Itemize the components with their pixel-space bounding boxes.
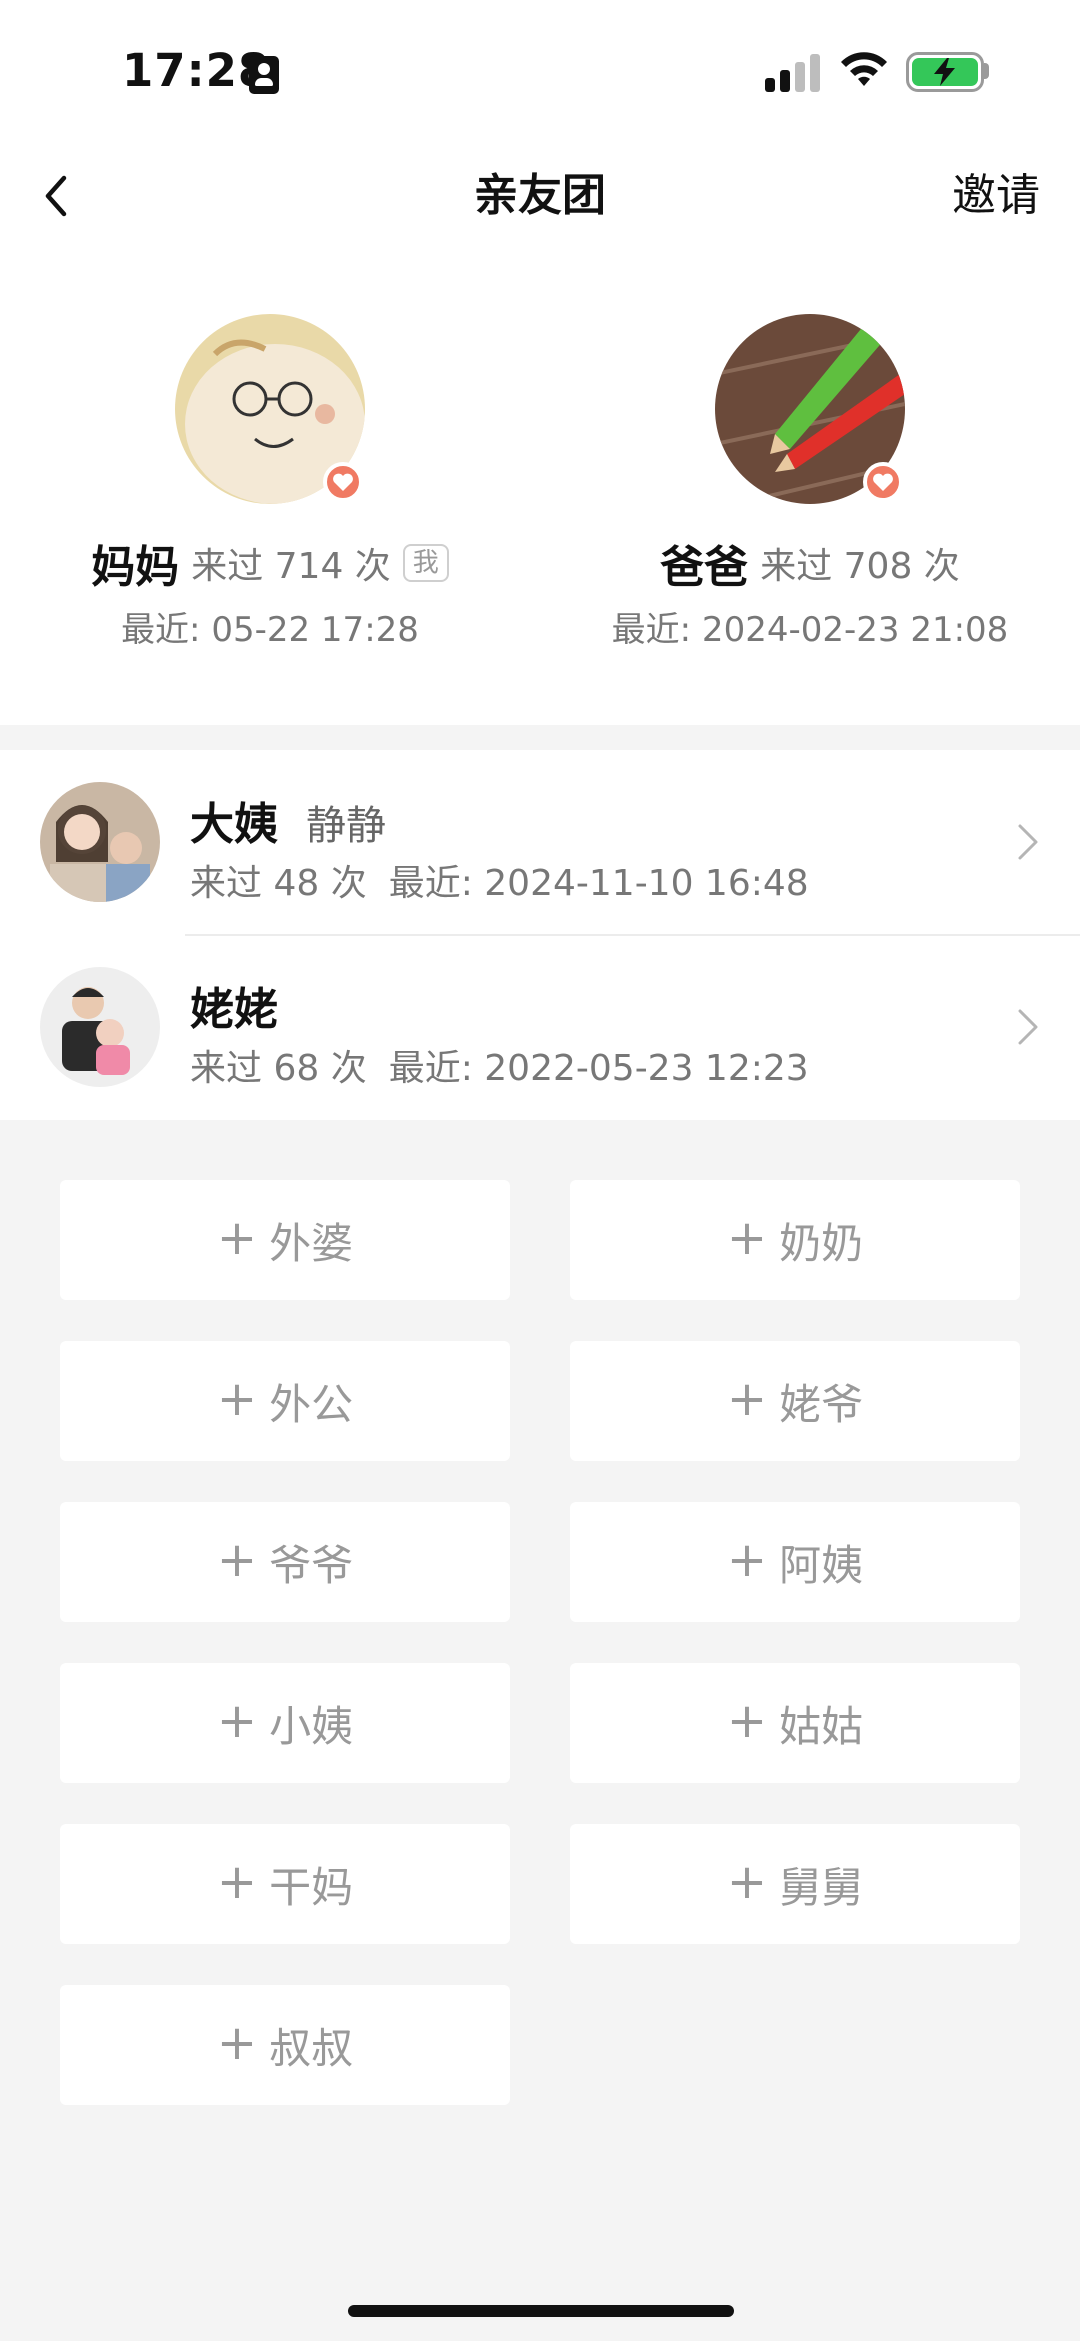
recent-visit: 最近: 05-22 17:28 [121, 610, 419, 650]
heart-icon [323, 462, 363, 502]
heart-icon [863, 462, 903, 502]
recent-visit: 最近: 2022-05-23 12:23 [388, 1048, 809, 1089]
add-relative-button[interactable]: + 舅舅 [570, 1824, 1020, 1944]
list-item[interactable]: 姥姥 来过 68 次 最近: 2022-05-23 12:23 [0, 935, 1080, 1120]
add-relative-button[interactable]: + 爷爷 [60, 1502, 510, 1622]
add-relative-button[interactable]: + 外公 [60, 1341, 510, 1461]
avatar[interactable] [175, 314, 365, 504]
add-relative-label: 阿姨 [779, 1540, 864, 1590]
add-relative-label: 外婆 [269, 1218, 354, 1268]
relative-nickname: 静静 [306, 803, 386, 849]
avatar [40, 782, 160, 902]
add-relative-button[interactable]: + 叔叔 [60, 1985, 510, 2105]
list-item[interactable]: 大姨 静静 来过 48 次 最近: 2024-11-10 16:48 [0, 750, 1080, 936]
nav-bar: 亲友团 邀请 [0, 140, 1080, 280]
wifi-icon [841, 52, 887, 86]
add-relative-label: 干妈 [269, 1862, 354, 1912]
chevron-right-icon [1018, 1009, 1038, 1045]
plus-icon: + [216, 1210, 258, 1266]
add-relative-label: 叔叔 [269, 2023, 354, 2073]
recent-visit: 最近: 2024-11-10 16:48 [388, 863, 809, 904]
plus-icon: + [216, 1693, 258, 1749]
add-relative-button[interactable]: + 外婆 [60, 1180, 510, 1300]
chevron-right-icon [1018, 824, 1038, 860]
plus-icon: + [726, 1693, 768, 1749]
add-relative-label: 舅舅 [779, 1862, 864, 1912]
plus-icon: + [726, 1210, 768, 1266]
add-relative-button[interactable]: + 奶奶 [570, 1180, 1020, 1300]
add-relative-button[interactable]: + 干妈 [60, 1824, 510, 1944]
add-relative-label: 外公 [269, 1379, 354, 1429]
add-relative-button[interactable]: + 阿姨 [570, 1502, 1020, 1622]
plus-icon: + [726, 1532, 768, 1588]
relative-name: 大姨 [190, 799, 278, 850]
home-indicator [348, 2305, 734, 2317]
add-relative-button[interactable]: + 姥爷 [570, 1341, 1020, 1461]
plus-icon: + [216, 1532, 258, 1588]
relatives-list: 大姨 静静 来过 48 次 最近: 2024-11-10 16:48 姥姥 来过… [0, 750, 1080, 1120]
plus-icon: + [726, 1854, 768, 1910]
parent-name: 爸爸 [660, 542, 749, 593]
recent-visit: 最近: 2024-02-23 21:08 [611, 610, 1009, 650]
avatar[interactable] [715, 314, 905, 504]
visit-count: 来过 714 次 [191, 546, 391, 587]
visit-count: 来过 68 次 [190, 1048, 367, 1089]
status-time: 17:28 [122, 44, 271, 97]
add-relative-label: 姥爷 [779, 1379, 864, 1429]
plus-icon: + [216, 1371, 258, 1427]
visit-count: 来过 708 次 [760, 546, 960, 587]
add-relative-button[interactable]: + 姑姑 [570, 1663, 1020, 1783]
me-badge: 我 [402, 544, 449, 582]
visit-count: 来过 48 次 [190, 863, 367, 904]
status-bar: 17:28 [0, 0, 1080, 140]
add-relative-label: 奶奶 [779, 1218, 864, 1268]
parent-card-mom[interactable]: 妈妈 来过 714 次 我 最近: 05-22 17:28 [0, 314, 540, 651]
id-card-icon [249, 56, 279, 94]
parents-section: 妈妈 来过 714 次 我 最近: 05-22 17:28 爸爸 来过 708 … [0, 280, 1080, 725]
parent-name: 妈妈 [91, 542, 180, 593]
page-title: 亲友团 [474, 170, 606, 221]
battery-cap [984, 63, 989, 79]
parent-card-dad[interactable]: 爸爸 来过 708 次 最近: 2024-02-23 21:08 [540, 314, 1080, 651]
add-relative-label: 小姨 [269, 1701, 354, 1751]
invite-button[interactable]: 邀请 [952, 166, 1040, 226]
battery-icon [906, 52, 984, 92]
plus-icon: + [216, 1854, 258, 1910]
add-relative-button[interactable]: + 小姨 [60, 1663, 510, 1783]
avatar [40, 967, 160, 1087]
plus-icon: + [726, 1371, 768, 1427]
signal-icon [765, 52, 821, 92]
add-relative-label: 姑姑 [779, 1701, 864, 1751]
add-relative-label: 爷爷 [269, 1540, 354, 1590]
plus-icon: + [216, 2015, 258, 2071]
relative-name: 姥姥 [190, 984, 278, 1035]
